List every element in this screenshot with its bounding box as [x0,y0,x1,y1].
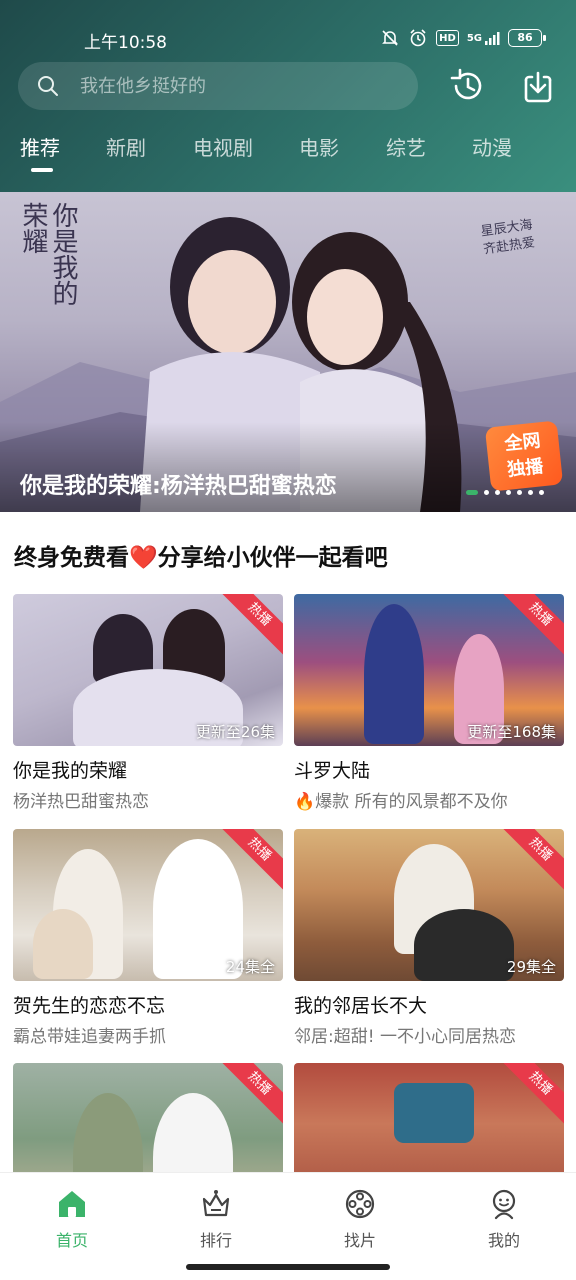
nav-profile[interactable]: 我的 [464,1187,544,1251]
card-subtitle: 邻居:超甜! 一不小心同居热恋 [294,1027,516,1047]
episode-count: 29集全 [506,958,556,976]
carousel-dot[interactable] [495,490,500,495]
film-reel-icon [345,1189,375,1219]
profile-icon [492,1189,516,1220]
video-thumbnail: 热播 [13,1063,283,1174]
alarm-icon [408,28,428,48]
search-icon [38,76,58,96]
video-thumbnail: 热播 24集全 [13,829,283,981]
hd-icon: HD [436,30,459,46]
card-title: 你是我的荣耀 [13,760,128,782]
banner-logo: 你是我的荣耀 [18,202,78,306]
thumb-figure [414,909,514,981]
carousel-dot[interactable] [517,490,522,495]
nav-label: 首页 [55,1231,88,1250]
carousel-dot[interactable] [484,490,489,495]
video-card[interactable]: 热播 [294,1063,564,1174]
video-thumbnail: 热播 更新至168集 [294,594,564,746]
carousel-dots [466,490,544,495]
tab-new-drama[interactable]: 新剧 [106,132,146,161]
video-thumbnail: 热播 29集全 [294,829,564,981]
banner-title: 你是我的荣耀:杨洋热巴甜蜜热恋 [20,474,337,499]
video-card[interactable]: 热播 更新至26集 你是我的荣耀 杨洋热巴甜蜜热恋 [13,594,283,812]
hot-tag: 热播 [496,1063,564,1128]
nav-label: 找片 [343,1231,376,1250]
banner-slogan: 星辰大海 齐赴热爱 [479,217,536,258]
history-button[interactable] [446,64,490,108]
card-title: 我的邻居长不大 [294,995,428,1017]
card-title: 贺先生的恋恋不忘 [13,995,166,1017]
signal-icon: 5G [467,28,500,48]
search-row [18,60,558,112]
hot-tag: 热播 [215,594,283,659]
search-box[interactable] [18,62,418,110]
nav-label: 我的 [487,1231,520,1250]
section-title: 终身免费看❤️分享给小伙伴一起看吧 [14,538,388,572]
hot-tag: 热播 [215,1063,283,1128]
tab-tv-series[interactable]: 电视剧 [193,132,253,161]
tab-movies[interactable]: 电影 [299,132,339,161]
tab-anime[interactable]: 动漫 [472,132,512,161]
network-type: 5G [466,32,482,44]
status-bar: 上午10:58 HD 5G 86 [0,26,576,56]
thumb-figure [153,1093,233,1174]
video-grid: 热播 更新至26集 你是我的荣耀 杨洋热巴甜蜜热恋 热播 更新至168集 斗罗大… [0,594,576,1174]
status-icons: HD 5G 86 [380,28,546,48]
hot-tag: 热播 [496,594,564,659]
top-header: 上午10:58 HD 5G 86 推荐 新 [0,0,576,192]
card-subtitle: 🔥爆款 所有的风景都不及你 [294,792,508,812]
thumb-figure [364,604,424,744]
home-indicator[interactable] [186,1264,390,1270]
hero-banner[interactable]: 你是我的荣耀 星辰大海 齐赴热爱 全网 独播 你是我的荣耀:杨洋热巴甜蜜热恋 [0,192,576,512]
heart-icon: ❤️ [129,545,158,571]
home-icon [59,1191,85,1217]
episode-count: 更新至26集 [195,723,275,741]
carousel-dot[interactable] [466,490,478,495]
card-subtitle: 霸总带娃追妻两手抓 [13,1027,166,1047]
ranking-icon [202,1190,230,1217]
episode-count: 24集全 [225,958,275,976]
nav-label: 排行 [199,1231,232,1250]
thumb-figure [33,909,93,979]
nav-discover[interactable]: 找片 [320,1187,400,1251]
video-thumbnail: 热播 [294,1063,564,1174]
mute-bell-icon [380,28,400,48]
nav-home[interactable]: 首页 [32,1187,112,1251]
download-icon [524,71,552,103]
download-button[interactable] [516,64,560,108]
video-card[interactable]: 热播 24集全 贺先生的恋恋不忘 霸总带娃追妻两手抓 [13,829,283,1047]
episode-count: 更新至168集 [467,723,556,741]
card-title: 斗罗大陆 [294,760,371,782]
search-input[interactable] [80,74,400,98]
carousel-dot[interactable] [539,490,544,495]
status-time: 上午10:58 [84,33,167,53]
video-card[interactable]: 热播 29集全 我的邻居长不大 邻居:超甜! 一不小心同居热恋 [294,829,564,1047]
section-title-part2: 分享给小伙伴一起看吧 [157,545,388,571]
video-card[interactable]: 热播 [13,1063,283,1174]
nav-ranking[interactable]: 排行 [176,1187,256,1251]
tab-recommend[interactable]: 推荐 [20,132,60,161]
thumb-figure [73,1093,143,1174]
tab-variety[interactable]: 综艺 [386,132,426,161]
carousel-dot[interactable] [506,490,511,495]
category-tabs: 推荐 新剧 电视剧 电影 综艺 动漫 [0,132,576,182]
carousel-dot[interactable] [528,490,533,495]
thumb-figure [394,1083,474,1143]
video-thumbnail: 热播 更新至26集 [13,594,283,746]
battery-indicator: 86 [508,29,546,47]
history-icon [450,68,482,100]
hot-tag: 热播 [496,829,564,894]
card-subtitle: 杨洋热巴甜蜜热恋 [13,792,149,812]
tab-indicator [31,168,53,172]
exclusive-badge: 全网 独播 [484,420,564,492]
section-title-part1: 终身免费看 [14,545,129,571]
video-card[interactable]: 热播 更新至168集 斗罗大陆 🔥爆款 所有的风景都不及你 [294,594,564,812]
